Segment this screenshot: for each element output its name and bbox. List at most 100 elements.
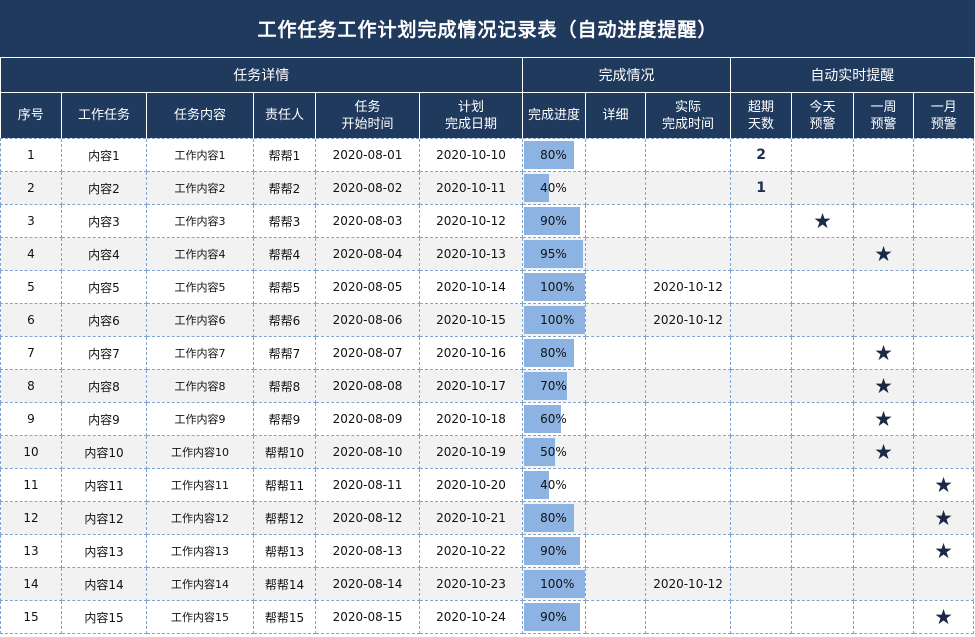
cell-actual[interactable] — [645, 138, 732, 172]
cell-start[interactable]: 2020-08-14 — [315, 567, 420, 601]
cell-plan[interactable]: 2020-10-18 — [418, 402, 524, 436]
cell-task[interactable]: 内容14 — [61, 567, 147, 601]
group-task-details[interactable]: 任务详情 — [0, 57, 523, 93]
header-month[interactable]: 一月 预警 — [913, 92, 974, 139]
cell-month-warning[interactable] — [913, 138, 975, 172]
cell-overdue[interactable] — [730, 402, 793, 436]
cell-seq[interactable]: 14 — [0, 567, 62, 601]
cell-actual[interactable] — [645, 435, 732, 469]
cell-detail[interactable] — [585, 501, 647, 535]
cell-start[interactable]: 2020-08-06 — [315, 303, 420, 337]
cell-owner[interactable]: 帮帮1 — [253, 138, 316, 172]
cell-content[interactable]: 工作内容11 — [146, 468, 254, 502]
cell-owner[interactable]: 帮帮4 — [253, 237, 316, 271]
cell-content[interactable]: 工作内容5 — [146, 270, 254, 304]
cell-content[interactable]: 工作内容2 — [146, 171, 254, 205]
cell-owner[interactable]: 帮帮11 — [253, 468, 316, 502]
cell-detail[interactable] — [585, 237, 647, 271]
cell-overdue[interactable] — [730, 336, 793, 370]
cell-actual[interactable] — [645, 600, 732, 634]
cell-plan[interactable]: 2020-10-16 — [418, 336, 524, 370]
cell-task[interactable]: 内容15 — [61, 600, 147, 634]
cell-seq[interactable]: 3 — [0, 204, 62, 238]
cell-today-warning[interactable] — [791, 237, 855, 271]
cell-overdue[interactable] — [730, 270, 793, 304]
cell-month-warning[interactable]: ★ — [913, 600, 975, 634]
cell-month-warning[interactable] — [913, 435, 975, 469]
cell-seq[interactable]: 5 — [0, 270, 62, 304]
cell-progress[interactable]: 90% — [522, 534, 587, 568]
cell-progress[interactable]: 40% — [522, 171, 587, 205]
cell-today-warning[interactable] — [791, 435, 855, 469]
cell-owner[interactable]: 帮帮10 — [253, 435, 316, 469]
cell-seq[interactable]: 13 — [0, 534, 62, 568]
cell-progress[interactable]: 70% — [522, 369, 587, 403]
cell-task[interactable]: 内容7 — [61, 336, 147, 370]
cell-today-warning[interactable] — [791, 336, 855, 370]
cell-week-warning[interactable] — [853, 204, 915, 238]
cell-plan[interactable]: 2020-10-12 — [418, 204, 524, 238]
cell-month-warning[interactable] — [913, 303, 975, 337]
cell-owner[interactable]: 帮帮6 — [253, 303, 316, 337]
cell-actual[interactable] — [645, 468, 732, 502]
cell-start[interactable]: 2020-08-15 — [315, 600, 420, 634]
cell-today-warning[interactable] — [791, 138, 855, 172]
cell-detail[interactable] — [585, 138, 647, 172]
cell-actual[interactable] — [645, 402, 732, 436]
cell-overdue[interactable] — [730, 369, 793, 403]
cell-detail[interactable] — [585, 468, 647, 502]
cell-week-warning[interactable]: ★ — [853, 369, 915, 403]
cell-month-warning[interactable] — [913, 369, 975, 403]
cell-plan[interactable]: 2020-10-10 — [418, 138, 524, 172]
cell-content[interactable]: 工作内容9 — [146, 402, 254, 436]
cell-task[interactable]: 内容13 — [61, 534, 147, 568]
cell-overdue[interactable] — [730, 435, 793, 469]
cell-overdue[interactable] — [730, 204, 793, 238]
cell-detail[interactable] — [585, 270, 647, 304]
cell-owner[interactable]: 帮帮15 — [253, 600, 316, 634]
cell-owner[interactable]: 帮帮3 — [253, 204, 316, 238]
cell-plan[interactable]: 2020-10-14 — [418, 270, 524, 304]
cell-detail[interactable] — [585, 204, 647, 238]
cell-today-warning[interactable] — [791, 468, 855, 502]
cell-today-warning[interactable] — [791, 369, 855, 403]
cell-start[interactable]: 2020-08-08 — [315, 369, 420, 403]
header-today[interactable]: 今天 预警 — [791, 92, 854, 139]
cell-plan[interactable]: 2020-10-20 — [418, 468, 524, 502]
header-start[interactable]: 任务 开始时间 — [315, 92, 420, 139]
cell-progress[interactable]: 80% — [522, 336, 587, 370]
cell-plan[interactable]: 2020-10-23 — [418, 567, 524, 601]
cell-actual[interactable] — [645, 369, 732, 403]
cell-owner[interactable]: 帮帮14 — [253, 567, 316, 601]
cell-owner[interactable]: 帮帮2 — [253, 171, 316, 205]
cell-plan[interactable]: 2020-10-22 — [418, 534, 524, 568]
cell-task[interactable]: 内容9 — [61, 402, 147, 436]
header-actual[interactable]: 实际 完成时间 — [645, 92, 731, 139]
cell-detail[interactable] — [585, 402, 647, 436]
cell-today-warning[interactable] — [791, 171, 855, 205]
cell-actual[interactable] — [645, 171, 732, 205]
cell-detail[interactable] — [585, 435, 647, 469]
cell-seq[interactable]: 15 — [0, 600, 62, 634]
cell-content[interactable]: 工作内容14 — [146, 567, 254, 601]
cell-owner[interactable]: 帮帮9 — [253, 402, 316, 436]
cell-month-warning[interactable]: ★ — [913, 501, 975, 535]
header-owner[interactable]: 责任人 — [253, 92, 316, 139]
cell-week-warning[interactable] — [853, 171, 915, 205]
cell-plan[interactable]: 2020-10-21 — [418, 501, 524, 535]
cell-seq[interactable]: 9 — [0, 402, 62, 436]
cell-start[interactable]: 2020-08-10 — [315, 435, 420, 469]
cell-today-warning[interactable] — [791, 567, 855, 601]
cell-progress[interactable]: 95% — [522, 237, 587, 271]
cell-task[interactable]: 内容1 — [61, 138, 147, 172]
cell-month-warning[interactable] — [913, 204, 975, 238]
cell-overdue[interactable] — [730, 237, 793, 271]
cell-week-warning[interactable] — [853, 501, 915, 535]
cell-content[interactable]: 工作内容3 — [146, 204, 254, 238]
cell-week-warning[interactable] — [853, 303, 915, 337]
cell-progress[interactable]: 80% — [522, 501, 587, 535]
cell-today-warning[interactable] — [791, 270, 855, 304]
cell-content[interactable]: 工作内容8 — [146, 369, 254, 403]
cell-start[interactable]: 2020-08-09 — [315, 402, 420, 436]
header-overdue[interactable]: 超期 天数 — [730, 92, 792, 139]
